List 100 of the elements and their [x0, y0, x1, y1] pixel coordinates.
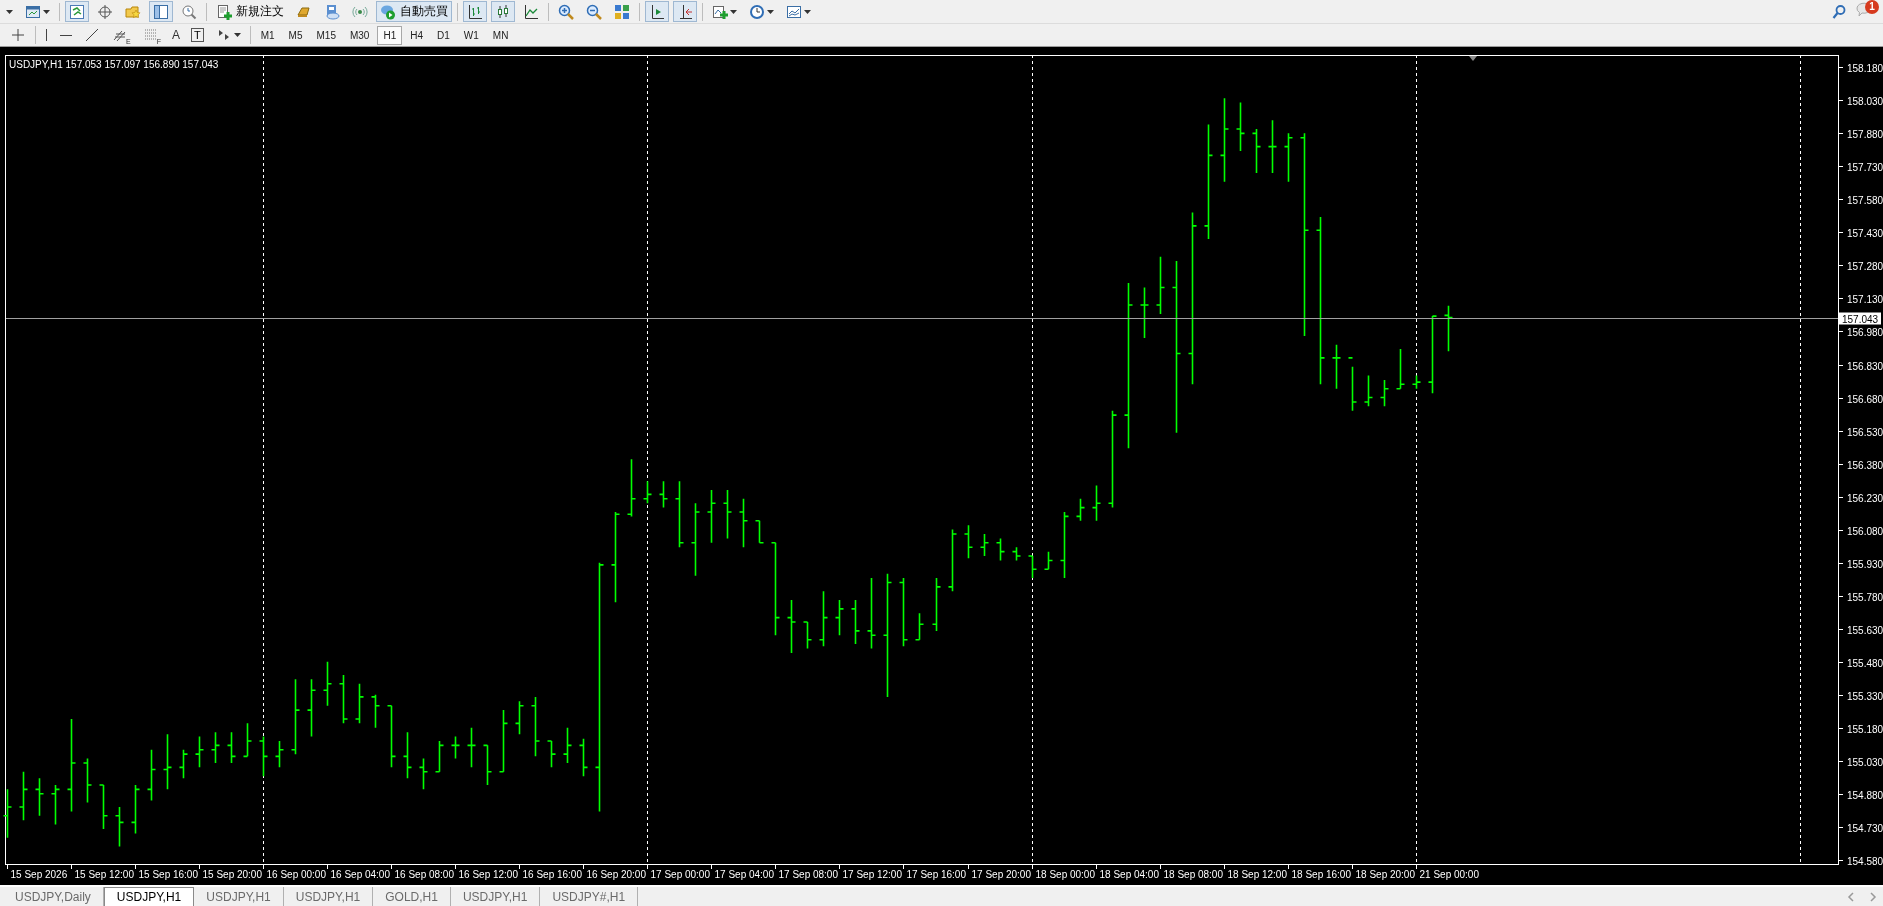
time-axis-label: 16 Sep 00:00 [266, 869, 326, 880]
shift-marker-icon [1469, 56, 1477, 61]
price-axis-label: 155.030 [1847, 756, 1883, 768]
price-axis-label: 157.730 [1847, 161, 1883, 173]
timeframe-button[interactable]: D1 [431, 25, 456, 45]
clock-icon [749, 3, 765, 20]
profiles-icon [69, 3, 85, 20]
crosshair-icon [97, 3, 113, 20]
timeframe-button[interactable]: W1 [457, 25, 485, 45]
time-axis-label: 18 Sep 08:00 [1163, 869, 1223, 880]
time-axis-label: 21 Sep 00:00 [1419, 869, 1479, 880]
timeframe-button[interactable]: H4 [404, 25, 429, 45]
time-axis-label: 16 Sep 08:00 [394, 869, 454, 880]
candlestick-button[interactable] [491, 1, 515, 22]
price-axis-label: 158.180 [1847, 62, 1883, 74]
price-axis-label: 155.180 [1847, 723, 1883, 735]
zoom-in-icon [558, 3, 574, 20]
timeframe-button[interactable]: H1 [377, 25, 403, 45]
time-axis-label: 18 Sep 04:00 [1099, 869, 1159, 880]
document-plus-icon [216, 3, 232, 20]
scroll-right-icon [1869, 891, 1877, 902]
chart-title: USDJPY,H1 157.053 157.097 156.890 157.043 [9, 59, 219, 70]
price-axis-label: 155.930 [1847, 558, 1883, 570]
time-axis-label: 17 Sep 16:00 [906, 869, 966, 880]
time-axis-label: 16 Sep 16:00 [522, 869, 582, 880]
price-axis-label: 157.280 [1847, 260, 1883, 272]
price-axis-label: 154.580 [1847, 855, 1883, 867]
profiles-button[interactable] [65, 1, 89, 22]
chart-shift-icon [649, 3, 665, 20]
crosshair-icon [10, 27, 26, 43]
time-axis-label: 18 Sep 12:00 [1227, 869, 1287, 880]
time-axis-label: 16 Sep 04:00 [330, 869, 390, 880]
timeframe-button[interactable]: M30 [343, 25, 376, 45]
price-axis-label: 157.880 [1847, 128, 1883, 140]
price-axis-label: 156.230 [1847, 492, 1883, 504]
time-axis-label: 15 Sep 12:00 [74, 869, 134, 880]
price-axis-label: 154.730 [1847, 822, 1883, 834]
autoscroll-button[interactable] [673, 1, 697, 22]
price-axis-label: 156.830 [1847, 360, 1883, 372]
vertical-line-icon [45, 29, 48, 41]
timeframe-button[interactable]: M5 [282, 25, 309, 45]
price-axis-label: 157.580 [1847, 194, 1883, 206]
toolbar-button[interactable]: 自動売買 [376, 1, 452, 22]
notification-badge: 1 [1865, 0, 1879, 14]
search-icon [1831, 3, 1847, 20]
star-folder-icon [125, 3, 141, 20]
time-axis-label: 18 Sep 16:00 [1291, 869, 1351, 880]
price-axis-label: 156.980 [1847, 326, 1883, 338]
panel-button[interactable] [149, 1, 173, 22]
autoscroll-icon [677, 3, 693, 20]
time-axis-label: 18 Sep 20:00 [1355, 869, 1415, 880]
timeframe-button[interactable]: MN [486, 25, 515, 45]
chart-tab[interactable]: USDJPY#,H1 [540, 887, 639, 906]
window-icon [25, 3, 41, 20]
text-label-tool-button[interactable]: T [186, 24, 208, 46]
price-axis-label: 157.130 [1847, 293, 1883, 305]
chart-tab[interactable]: USDJPY,H1 [194, 887, 284, 906]
price-axis-label: 156.080 [1847, 525, 1883, 537]
tiles-icon [614, 3, 630, 20]
time-axis-label: 16 Sep 12:00 [458, 869, 518, 880]
chart-tab[interactable]: USDJPY,Daily [3, 887, 104, 906]
bar-chart-button[interactable] [463, 1, 487, 22]
price-axis-label: 155.480 [1847, 657, 1883, 669]
time-axis-label: 17 Sep 04:00 [714, 869, 774, 880]
price-axis-label: 158.030 [1847, 95, 1883, 107]
time-axis-label: 18 Sep 00:00 [1035, 869, 1095, 880]
trend-line-icon [84, 27, 100, 43]
scroll-left-icon [1847, 891, 1855, 902]
price-axis-label: 156.530 [1847, 426, 1883, 438]
timeframe-button[interactable]: M15 [310, 25, 342, 45]
zoom-out-icon [586, 3, 602, 20]
chart-shift-button[interactable] [645, 1, 669, 22]
line-chart-icon [523, 3, 539, 20]
toolbar-button[interactable]: 新規注文 [212, 1, 288, 22]
time-axis-label: 17 Sep 08:00 [778, 869, 838, 880]
price-axis-label: 155.780 [1847, 591, 1883, 603]
text-tool-button[interactable]: A [168, 24, 183, 46]
candlestick-icon [495, 3, 511, 20]
panel-icon [153, 3, 169, 20]
horizontal-line-icon [60, 33, 72, 37]
timeframe-button[interactable]: M1 [254, 25, 281, 45]
bar-chart-icon [467, 3, 483, 20]
template-icon [786, 3, 802, 20]
chart-tab[interactable]: USDJPY,H1 [450, 887, 541, 906]
price-axis-label: 155.330 [1847, 690, 1883, 702]
time-axis-label: 17 Sep 20:00 [971, 869, 1031, 880]
chart-tab[interactable]: USDJPY,H1 [103, 887, 195, 906]
add-indicator-icon [712, 3, 728, 20]
time-axis-label: 16 Sep 20:00 [586, 869, 646, 880]
chart-tab[interactable]: GOLD,H1 [373, 887, 451, 906]
play-globe-icon [380, 3, 396, 20]
price-axis-label: 155.630 [1847, 624, 1883, 636]
time-axis-label: 15 Sep 2026 [10, 869, 68, 880]
price-axis-label: 154.880 [1847, 789, 1883, 801]
chart-tab[interactable]: USDJPY,H1 [283, 887, 374, 906]
magnifier-icon [181, 3, 197, 20]
price-axis-label: 157.430 [1847, 227, 1883, 239]
book-icon [324, 3, 340, 20]
time-axis-label: 15 Sep 16:00 [138, 869, 198, 880]
grid-lines-icon [142, 27, 159, 43]
